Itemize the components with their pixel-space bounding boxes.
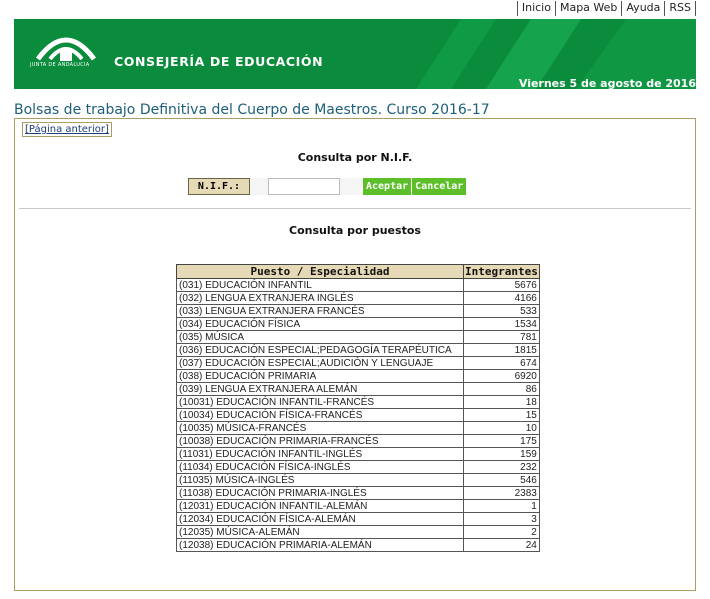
table-row[interactable]: (10038) EDUCACIÓN PRIMARIA-FRANCÉS 175 [176,434,540,448]
puesto-name[interactable]: (039) LENGUA EXTRANJERA ALEMÁN [176,382,464,396]
table-row[interactable]: (10035) MÚSICA-FRANCÉS 10 [176,421,540,435]
table-row[interactable]: (11031) EDUCACIÓN INFANTIL-INGLÉS 159 [176,447,540,461]
puesto-count: 4166 [463,291,540,305]
table-row[interactable]: (11035) MÚSICA-INGLÉS 546 [176,473,540,487]
puesto-name[interactable]: (034) EDUCACIÓN FÍSICA [176,317,464,331]
top-link-mapa-web[interactable]: Mapa Web [554,1,621,16]
nif-input[interactable] [268,177,340,195]
puesto-name[interactable]: (12038) EDUCACIÓN PRIMARIA-ALEMÁN [176,538,464,552]
table-row[interactable]: (12031) EDUCACIÓN INFANTIL-ALEMÁN 1 [176,499,540,513]
puesto-name[interactable]: (10034) EDUCACIÓN FÍSICA-FRANCÉS [176,408,464,422]
previous-page-link[interactable]: [Página anterior] [22,122,112,137]
banner-date: Viernes 5 de agosto de 2016 [518,77,696,89]
consejeria-title: CONSEJERÍA DE EDUCACIÓN [114,54,324,69]
puesto-count: 781 [463,330,540,344]
table-row[interactable]: (038) EDUCACIÓN PRIMARIA 6920 [176,369,540,383]
puesto-count: 1 [463,499,540,513]
table-row[interactable]: (12034) EDUCACIÓN FÍSICA-ALEMÁN 3 [176,512,540,526]
nif-label: N.I.F.: [188,177,250,195]
logo-text: JUNTA DE ANDALUCIA [30,62,90,68]
puesto-count: 3 [463,512,540,526]
puesto-count: 232 [463,460,540,474]
table-row[interactable]: (034) EDUCACIÓN FÍSICA 1534 [176,317,540,331]
table-row[interactable]: (033) LENGUA EXTRANJERA FRANCÉS 533 [176,304,540,318]
section-divider [19,208,691,209]
puestos-table: Puesto / Especialidad Integrantes (031) … [176,264,540,552]
puesto-name[interactable]: (037) EDUCACIÓN ESPECIAL;AUDICIÓN Y LENG… [176,356,464,370]
puesto-name[interactable]: (10031) EDUCACIÓN INFANTIL-FRANCÉS [176,395,464,409]
table-row[interactable]: (035) MÚSICA 781 [176,330,540,344]
puesto-name[interactable]: (035) MÚSICA [176,330,464,344]
puesto-name[interactable]: (12031) EDUCACIÓN INFANTIL-ALEMÁN [176,499,464,513]
table-row[interactable]: (039) LENGUA EXTRANJERA ALEMÁN 86 [176,382,540,396]
main-panel: [Página anterior] Consulta por N.I.F. N.… [14,118,696,591]
puesto-count: 159 [463,447,540,461]
table-row[interactable]: (11038) EDUCACIÓN PRIMARIA-INGLÉS 2383 [176,486,540,500]
header-puesto: Puesto / Especialidad [176,264,464,279]
puesto-count: 546 [463,473,540,487]
puesto-name[interactable]: (11031) EDUCACIÓN INFANTIL-INGLÉS [176,447,464,461]
cancel-button[interactable]: Cancelar [412,177,467,195]
puesto-count: 533 [463,304,540,318]
puesto-count: 86 [463,382,540,396]
puesto-name[interactable]: (033) LENGUA EXTRANJERA FRANCÉS [176,304,464,318]
top-link-rss[interactable]: RSS [664,1,696,16]
puesto-name[interactable]: (12034) EDUCACIÓN FÍSICA-ALEMÁN [176,512,464,526]
accept-button[interactable]: Aceptar [363,177,412,195]
top-link-inicio[interactable]: Inicio [516,1,555,16]
nif-spacer [250,177,268,195]
puesto-name[interactable]: (031) EDUCACIÓN INFANTIL [176,278,464,292]
top-nav: Inicio Mapa Web Ayuda RSS [516,0,696,16]
puesto-count: 175 [463,434,540,448]
puesto-name[interactable]: (12035) MÚSICA-ALEMÁN [176,525,464,539]
table-row[interactable]: (032) LENGUA EXTRANJERA INGLÉS 4166 [176,291,540,305]
puesto-count: 24 [463,538,540,552]
puesto-count: 2 [463,525,540,539]
puestos-table-wrapper: Puesto / Especialidad Integrantes (031) … [176,264,540,552]
puesto-count: 18 [463,395,540,409]
puesto-name[interactable]: (10038) EDUCACIÓN PRIMARIA-FRANCÉS [176,434,464,448]
puesto-name[interactable]: (038) EDUCACIÓN PRIMARIA [176,369,464,383]
puesto-count: 1534 [463,317,540,331]
top-link-ayuda[interactable]: Ayuda [621,1,664,16]
table-row[interactable]: (031) EDUCACIÓN INFANTIL 5676 [176,278,540,292]
puesto-count: 6920 [463,369,540,383]
puestos-table-body: (031) EDUCACIÓN INFANTIL 5676 (032) LENGUA… [176,278,540,552]
table-row[interactable]: (12035) MÚSICA-ALEMÁN 2 [176,525,540,539]
nif-form: N.I.F.: Aceptar Cancelar [188,177,467,195]
puesto-count: 674 [463,356,540,370]
table-row[interactable]: (12038) EDUCACIÓN PRIMARIA-ALEMÁN 24 [176,538,540,552]
table-row[interactable]: (10034) EDUCACIÓN FÍSICA-FRANCÉS 15 [176,408,540,422]
puesto-name[interactable]: (10035) MÚSICA-FRANCÉS [176,421,464,435]
puesto-count: 10 [463,421,540,435]
puesto-count: 1815 [463,343,540,357]
puesto-name[interactable]: (032) LENGUA EXTRANJERA INGLÉS [176,291,464,305]
nif-section-title: Consulta por N.I.F. [297,151,413,164]
puestos-section-title: Consulta por puestos [289,224,421,237]
table-row[interactable]: (10031) EDUCACIÓN INFANTIL-FRANCÉS 18 [176,395,540,409]
page-title: Bolsas de trabajo Definitiva del Cuerpo … [14,102,490,118]
table-row[interactable]: (036) EDUCACIÓN ESPECIAL;PEDAGOGÍA TERAP… [176,343,540,357]
puesto-name[interactable]: (11034) EDUCACIÓN FÍSICA-INGLÉS [176,460,464,474]
puesto-count: 15 [463,408,540,422]
table-row[interactable]: (11034) EDUCACIÓN FÍSICA-INGLÉS 232 [176,460,540,474]
puesto-count: 5676 [463,278,540,292]
table-row[interactable]: (037) EDUCACIÓN ESPECIAL;AUDICIÓN Y LENG… [176,356,540,370]
table-header-row: Puesto / Especialidad Integrantes [176,264,540,279]
puesto-name[interactable]: (036) EDUCACIÓN ESPECIAL;PEDAGOGÍA TERAP… [176,343,464,357]
nif-spacer-2 [340,177,362,195]
header-banner: JUNTA DE ANDALUCIA CONSEJERÍA DE EDUCACI… [14,19,696,89]
puesto-count: 2383 [463,486,540,500]
puesto-name[interactable]: (11038) EDUCACIÓN PRIMARIA-INGLÉS [176,486,464,500]
puesto-name[interactable]: (11035) MÚSICA-INGLÉS [176,473,464,487]
header-integrantes: Integrantes [463,264,540,279]
